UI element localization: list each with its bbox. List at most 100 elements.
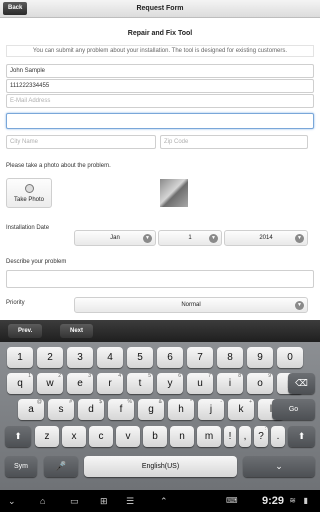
key-t-label: t [138, 378, 142, 389]
chevron-down-icon: ▼ [295, 234, 304, 243]
hide-keyboard-icon[interactable]: ⌄ [8, 495, 16, 507]
mic-key[interactable]: 🎤 [44, 456, 78, 477]
key-question[interactable]: ?: [254, 426, 268, 447]
key-j[interactable]: j- [198, 399, 224, 420]
key-question-label: ? [258, 431, 264, 442]
key-j-alt: - [220, 399, 222, 405]
shift-key[interactable]: ⬆ [5, 426, 31, 447]
home-icon[interactable]: ⌂ [40, 495, 45, 507]
year-value: 2014 [259, 235, 273, 241]
key-k[interactable]: k + [228, 399, 254, 420]
day-select[interactable]: 1 ▼ [158, 230, 222, 246]
backspace-key[interactable]: ⌫ [288, 373, 315, 394]
chevron-down-icon: ⌄ [275, 461, 283, 471]
priority-label: Priority [6, 300, 25, 306]
form-heading: Repair and Fix Tool [127, 30, 193, 37]
address-field[interactable] [6, 113, 314, 129]
key-a[interactable]: a @ [18, 399, 44, 420]
describe-textarea[interactable] [6, 270, 314, 288]
key-f[interactable]: f% [108, 399, 134, 420]
on-screen-keyboard: 1 2 3 4 5 6 7 8 9 0 q1 w2 e3 r4 t5 y6 u7… [0, 342, 320, 490]
photo-prompt: Please take a photo about the problem. [6, 163, 111, 169]
sym-key[interactable]: Sym [5, 456, 37, 477]
email-field[interactable]: E-Mail Address [6, 94, 314, 108]
key-b[interactable]: b [143, 426, 167, 447]
key-v[interactable]: v [116, 426, 140, 447]
key-y[interactable]: y6 [157, 373, 183, 394]
key-o[interactable]: o9 [247, 373, 273, 394]
key-o-alt: 9 [268, 373, 271, 379]
key-c[interactable]: c [89, 426, 113, 447]
key-m[interactable]: m [197, 426, 221, 447]
key-comma[interactable]: , [239, 426, 251, 447]
shift-icon: ⬆ [14, 431, 22, 441]
key-i[interactable]: i8 [217, 373, 243, 394]
key-y-alt: 6 [178, 373, 181, 379]
shift-key-right[interactable]: ⬆ [288, 426, 315, 447]
month-select[interactable]: Jan ▼ [74, 230, 156, 246]
page-title: Request Form [136, 5, 184, 12]
key-q[interactable]: q1 [7, 373, 33, 394]
key-f-label: f [119, 404, 123, 415]
next-button[interactable]: Next [60, 324, 94, 338]
key-a-alt: @ [36, 399, 42, 405]
priority-value: Normal [181, 302, 201, 308]
key-d[interactable]: d $ [78, 399, 104, 420]
key-s[interactable]: s # [48, 399, 74, 420]
key-u-alt: 7 [208, 373, 211, 379]
key-h-label: h [178, 404, 184, 415]
chevron-down-icon: ▼ [295, 301, 304, 310]
key-r-label: r [108, 378, 112, 389]
key-4[interactable]: 4 [97, 347, 123, 368]
key-6[interactable]: 6 [157, 347, 183, 368]
key-z[interactable]: z [35, 426, 59, 447]
key-8[interactable]: 8 [217, 347, 243, 368]
take-photo-button[interactable]: Take Photo [6, 178, 52, 208]
key-g[interactable]: g & [138, 399, 164, 420]
system-bar: ⌄ ⌂ ▭ ⊞ ☰ ⌃ ⌨ 9:29 ≋ ▮ [0, 490, 320, 512]
menu-icon[interactable]: ☰ [126, 495, 134, 507]
go-key[interactable]: Go [272, 399, 315, 420]
priority-select[interactable]: Normal ▼ [74, 297, 308, 313]
key-u[interactable]: u7 [187, 373, 213, 394]
prev-button[interactable]: Prev. [8, 324, 43, 338]
year-select[interactable]: 2014 ▼ [224, 230, 308, 246]
key-n[interactable]: n [170, 426, 194, 447]
day-value: 1 [188, 235, 192, 241]
key-w[interactable]: w2 [37, 373, 63, 394]
photo-thumbnail[interactable] [160, 179, 188, 207]
key-9[interactable]: 9 [247, 347, 273, 368]
key-5[interactable]: 5 [127, 347, 153, 368]
form-nav-bar: Prev. Next [0, 320, 320, 342]
key-i-label: i [228, 378, 232, 389]
zip-field[interactable]: Zip Code [160, 135, 308, 149]
installation-date-label: Installation Date [6, 225, 50, 231]
phone-field[interactable]: 111222334455 [6, 79, 314, 93]
key-2[interactable]: 2 [37, 347, 63, 368]
key-x[interactable]: x [62, 426, 86, 447]
key-e[interactable]: e3 [67, 373, 93, 394]
name-field[interactable]: John Sample [6, 64, 314, 78]
key-h-alt: * [190, 399, 192, 405]
intro-text: You can submit any problem about your in… [6, 45, 314, 57]
up-chevron-icon[interactable]: ⌃ [160, 495, 168, 507]
recent-apps-icon[interactable]: ▭ [70, 495, 79, 507]
key-r[interactable]: r4 [97, 373, 123, 394]
key-1[interactable]: 1 [7, 347, 33, 368]
key-period[interactable]: . [271, 426, 285, 447]
key-t-alt: 5 [148, 373, 151, 379]
key-3[interactable]: 3 [67, 347, 93, 368]
key-q-label: q [17, 378, 23, 389]
key-k-label: k [238, 404, 244, 415]
key-7[interactable]: 7 [187, 347, 213, 368]
city-field[interactable]: City Name [6, 135, 156, 149]
describe-label: Describe your problem [6, 259, 67, 265]
key-0[interactable]: 0 [277, 347, 303, 368]
key-exclamation[interactable]: ! [224, 426, 236, 447]
space-key[interactable]: English(US) [84, 456, 237, 477]
chevron-down-icon: ▼ [143, 234, 152, 243]
hide-keyboard-key[interactable]: ⌄ [243, 456, 315, 477]
key-h[interactable]: h * [168, 399, 194, 420]
screenshot-icon[interactable]: ⊞ [100, 495, 108, 507]
key-t[interactable]: t5 [127, 373, 153, 394]
